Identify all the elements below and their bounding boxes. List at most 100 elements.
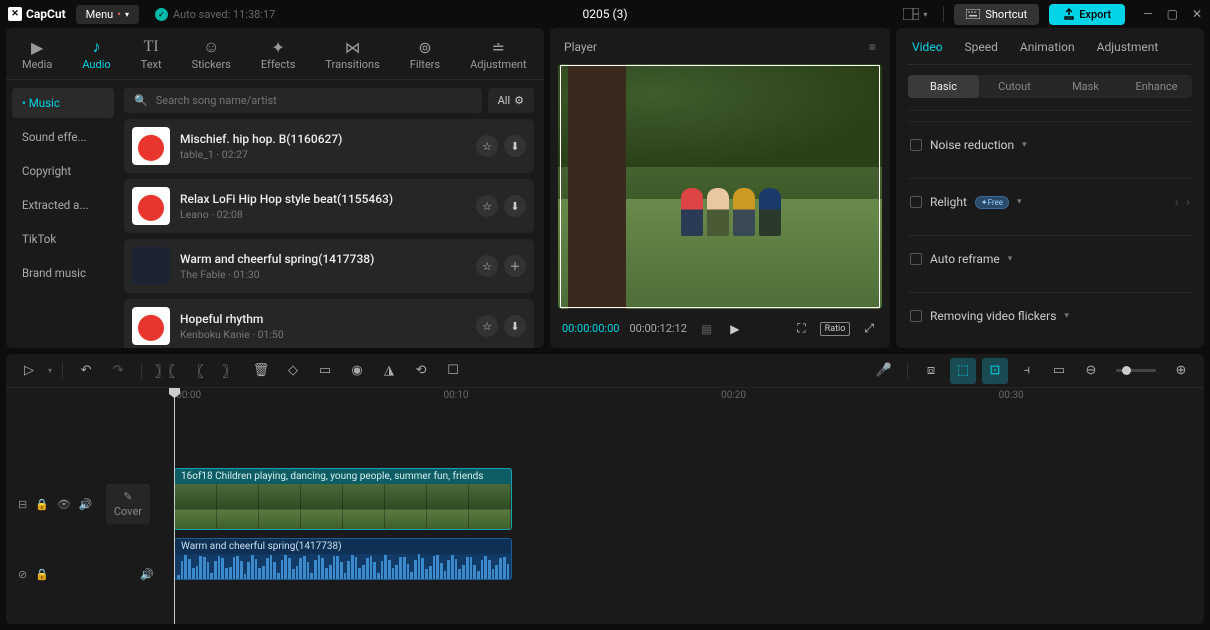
favorite-button[interactable]: ☆ xyxy=(476,135,498,157)
zoom-slider[interactable] xyxy=(1116,369,1156,372)
tab-audio[interactable]: ♪Audio xyxy=(80,34,112,79)
favorite-button[interactable]: ☆ xyxy=(476,315,498,337)
align-button[interactable]: ⫞ xyxy=(1014,358,1040,384)
mute-icon[interactable]: 🔊 xyxy=(140,568,154,581)
cover-button[interactable]: ✎ Cover xyxy=(106,484,150,524)
redo-button[interactable]: ↷ xyxy=(105,358,131,384)
export-button[interactable]: Export xyxy=(1049,4,1125,25)
close-button[interactable]: ✕ xyxy=(1192,7,1202,21)
record-button[interactable]: ◉ xyxy=(344,358,370,384)
ratio-button[interactable]: Ratio xyxy=(820,322,851,336)
tab-filters[interactable]: ⊚Filters xyxy=(408,34,442,79)
track-item[interactable]: Hopeful rhythmKenboku Kanie · 01:50 ☆⬇ xyxy=(124,299,534,348)
tab-text[interactable]: TIText xyxy=(139,34,164,79)
favorite-button[interactable]: ☆ xyxy=(476,255,498,277)
filter-all-button[interactable]: All ⚙ xyxy=(488,88,534,113)
option-relight[interactable]: Relight ✦Free ▾ ‹› xyxy=(908,178,1192,225)
time-ruler[interactable]: 00:00 00:10 00:20 00:30 xyxy=(166,388,1194,406)
cat-extracted[interactable]: Extracted a... xyxy=(12,190,114,220)
cat-sound-effects[interactable]: Sound effe... xyxy=(12,122,114,152)
preview-button[interactable]: ▭ xyxy=(1046,358,1072,384)
next-icon[interactable]: › xyxy=(1186,195,1190,209)
checkbox[interactable] xyxy=(910,196,922,208)
maximize-button[interactable]: ▢ xyxy=(1167,7,1178,21)
lock-icon[interactable]: 🔒 xyxy=(35,568,49,581)
subtab-enhance[interactable]: Enhance xyxy=(1121,75,1192,98)
fullscreen-button[interactable]: ⤢ xyxy=(860,319,878,338)
inspector-tab-video[interactable]: Video xyxy=(912,40,943,54)
track-item[interactable]: Mischief. hip hop. B(1160627)table_1 · 0… xyxy=(124,119,534,173)
trim-right-button[interactable]: 〗 xyxy=(216,358,242,384)
cat-tiktok[interactable]: TikTok xyxy=(12,224,114,254)
minimize-button[interactable]: ― xyxy=(1143,7,1152,21)
inspector-tab-animation[interactable]: Animation xyxy=(1020,40,1075,54)
audio-clip[interactable]: Warm and cheerful spring(1417738) xyxy=(174,538,512,580)
player-label: Player xyxy=(564,40,597,54)
option-auto-reframe[interactable]: Auto reframe ▾ xyxy=(908,235,1192,282)
trim-left-button[interactable]: 〖 xyxy=(184,358,210,384)
crop-button[interactable]: ☐ xyxy=(440,358,466,384)
tracks-area[interactable]: 16of18 Children playing, dancing, young … xyxy=(166,406,1194,624)
option-flicker[interactable]: Removing video flickers ▾ xyxy=(908,292,1192,339)
mirror-button[interactable]: ◮ xyxy=(376,358,402,384)
link-button[interactable]: ⊡ xyxy=(982,358,1008,384)
track-item[interactable]: Warm and cheerful spring(1417738)The Fab… xyxy=(124,239,534,293)
chevron-down-icon: ▾ xyxy=(1064,311,1069,321)
tab-media[interactable]: ▶Media xyxy=(20,34,54,79)
player-canvas[interactable] xyxy=(558,64,882,309)
video-clip[interactable]: 16of18 Children playing, dancing, young … xyxy=(174,468,512,530)
cat-brand-music[interactable]: Brand music xyxy=(12,258,114,288)
snap-button[interactable]: ⬚ xyxy=(950,358,976,384)
inspector-tab-speed[interactable]: Speed xyxy=(965,40,998,54)
search-box[interactable]: 🔍 xyxy=(124,88,482,113)
zoom-out-button[interactable]: ⊖ xyxy=(1078,358,1104,384)
mark-button[interactable]: ◇ xyxy=(280,358,306,384)
shortcut-button[interactable]: Shortcut xyxy=(954,4,1039,25)
add-button[interactable]: ＋ xyxy=(504,255,526,277)
cat-copyright[interactable]: Copyright xyxy=(12,156,114,186)
mute-icon[interactable]: 🔊 xyxy=(79,498,93,511)
menu-button[interactable]: Menu•▾ xyxy=(76,5,139,24)
delete-button[interactable]: 🗑 xyxy=(248,358,274,384)
checkbox[interactable] xyxy=(910,310,922,322)
collapse-icon[interactable]: ⊟ xyxy=(18,498,27,511)
layout-button[interactable]: ▾ xyxy=(897,6,933,22)
track-item[interactable]: Relax LoFi Hip Hop style beat(1155463)Le… xyxy=(124,179,534,233)
subtab-basic[interactable]: Basic xyxy=(908,75,979,98)
magnet-button[interactable]: ⧈ xyxy=(918,358,944,384)
download-button[interactable]: ⬇ xyxy=(504,135,526,157)
effects-icon: ✦ xyxy=(271,38,284,56)
option-noise-reduction[interactable]: Noise reduction ▾ xyxy=(908,121,1192,168)
project-title: 0205 (3) xyxy=(583,7,628,21)
player-menu-icon[interactable]: ≡ xyxy=(869,40,876,54)
inspector-tab-adjustment[interactable]: Adjustment xyxy=(1097,40,1159,54)
subtab-cutout[interactable]: Cutout xyxy=(979,75,1050,98)
tab-adjustment[interactable]: ≐Adjustment xyxy=(468,34,529,79)
copy-button[interactable]: ▭ xyxy=(312,358,338,384)
download-button[interactable]: ⬇ xyxy=(504,315,526,337)
collapse-icon[interactable]: ⊘ xyxy=(18,568,27,581)
rotate-button[interactable]: ⟲ xyxy=(408,358,434,384)
eye-icon[interactable]: 👁 xyxy=(57,498,71,511)
tab-effects[interactable]: ✦Effects xyxy=(259,34,298,79)
zoom-in-button[interactable]: ⊕ xyxy=(1168,358,1194,384)
checkbox[interactable] xyxy=(910,139,922,151)
checkbox[interactable] xyxy=(910,253,922,265)
playhead[interactable] xyxy=(174,388,175,624)
grid-icon[interactable]: ▦ xyxy=(697,320,716,338)
cat-music[interactable]: Music xyxy=(12,88,114,118)
prev-icon[interactable]: ‹ xyxy=(1175,195,1179,209)
search-input[interactable] xyxy=(156,94,472,107)
split-button[interactable]: 〗〖 xyxy=(152,358,178,384)
tab-stickers[interactable]: ☺Stickers xyxy=(190,34,233,79)
lock-icon[interactable]: 🔒 xyxy=(35,498,49,511)
download-button[interactable]: ⬇ xyxy=(504,195,526,217)
subtab-mask[interactable]: Mask xyxy=(1050,75,1121,98)
pointer-tool[interactable]: ▷ xyxy=(16,358,42,384)
tab-transitions[interactable]: ⋈Transitions xyxy=(323,34,381,79)
crop-icon[interactable]: ⛶ xyxy=(793,319,809,338)
play-button[interactable]: ▶ xyxy=(726,320,743,338)
mic-button[interactable]: 🎤 xyxy=(871,358,897,384)
undo-button[interactable]: ↶ xyxy=(73,358,99,384)
favorite-button[interactable]: ☆ xyxy=(476,195,498,217)
